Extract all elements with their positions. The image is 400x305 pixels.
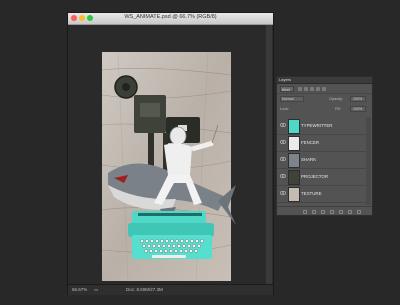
filter-pixel-icon[interactable] <box>298 87 302 91</box>
window-titlebar[interactable]: WS_ANIMATE.psd @ 66.7% (RGB/8) <box>68 13 273 25</box>
filter-type-icon[interactable] <box>310 87 314 91</box>
layers-scrollbar[interactable] <box>366 117 371 205</box>
zoom-level[interactable]: 66.67% <box>72 287 87 292</box>
filter-shape-icon[interactable] <box>316 87 320 91</box>
status-bar: 66.67% ▭ Doc: 8.50M/27.3M <box>68 284 273 295</box>
layer-name: FENCER <box>301 140 320 145</box>
layer-name: SHARK <box>301 157 317 162</box>
fill-label: Fill: <box>335 107 341 111</box>
blend-mode-select[interactable]: Normal <box>280 96 304 102</box>
opacity-field[interactable]: 100% <box>350 96 366 102</box>
eye-icon[interactable] <box>280 123 286 127</box>
fill-field[interactable]: 100% <box>350 106 366 112</box>
layer-thumbnail <box>288 170 300 185</box>
layer-filter-row: Kind <box>277 85 372 94</box>
blend-row: Normal Opacity: 100% <box>277 95 372 103</box>
window-title: WS_ANIMATE.psd @ 66.7% (RGB/8) <box>124 14 217 20</box>
layer-thumbnail <box>288 187 300 202</box>
layer-thumbnail <box>288 119 300 134</box>
adjustment-icon[interactable] <box>330 210 334 214</box>
panel-header[interactable]: Layers <box>277 77 372 84</box>
panel-footer <box>277 206 372 216</box>
status-menu-icon[interactable]: ▭ <box>94 287 98 293</box>
kind-filter-select[interactable]: Kind <box>280 86 294 92</box>
layers-panel: Layers Kind Normal Opacity: 100% Lock: F… <box>276 76 373 216</box>
vertical-scrollbar[interactable] <box>266 25 272 284</box>
layer-row-texture[interactable]: TEXTURE <box>277 185 366 203</box>
document-size: Doc: 8.50M/27.3M <box>126 287 163 292</box>
tab-layers[interactable]: Layers <box>279 77 291 82</box>
desktop: { "window": { "title": "WS_ANIMATE.psd @… <box>0 0 400 305</box>
layer-name: TEXTURE <box>301 191 322 196</box>
lock-row: Lock: Fill: 100% <box>277 105 372 113</box>
trash-icon[interactable] <box>357 210 361 214</box>
canvas-area[interactable] <box>68 25 265 284</box>
layer-name: PROJECTOR <box>301 174 328 179</box>
new-layer-icon[interactable] <box>348 210 352 214</box>
mask-icon[interactable] <box>321 210 325 214</box>
eye-icon[interactable] <box>280 174 286 178</box>
opacity-label: Opacity: <box>329 97 343 101</box>
layer-row-projector[interactable]: PROJECTOR <box>277 168 366 186</box>
typewriter-layer <box>128 211 214 259</box>
layer-row-fencer[interactable]: FENCER <box>277 134 366 152</box>
fx-icon[interactable] <box>312 210 316 214</box>
layers-list: TYPEWRITTER FENCER SHARK PROJECTOR TEXTU… <box>277 117 372 205</box>
artwork-canvas[interactable] <box>68 25 265 284</box>
group-icon[interactable] <box>339 210 343 214</box>
filter-adjustment-icon[interactable] <box>304 87 308 91</box>
lock-label: Lock: <box>280 107 290 111</box>
link-layers-icon[interactable] <box>303 210 307 214</box>
layer-row-typewritter[interactable]: TYPEWRITTER <box>277 117 366 135</box>
eye-icon[interactable] <box>280 157 286 161</box>
document-window: WS_ANIMATE.psd @ 66.7% (RGB/8) 66.67% ▭ … <box>67 12 274 295</box>
layer-row-shark[interactable]: SHARK <box>277 151 366 169</box>
layer-thumbnail <box>288 136 300 151</box>
layer-name: TYPEWRITTER <box>301 123 333 128</box>
filter-smart-icon[interactable] <box>322 87 326 91</box>
layer-thumbnail <box>288 153 300 168</box>
eye-icon[interactable] <box>280 140 286 144</box>
eye-icon[interactable] <box>280 191 286 195</box>
